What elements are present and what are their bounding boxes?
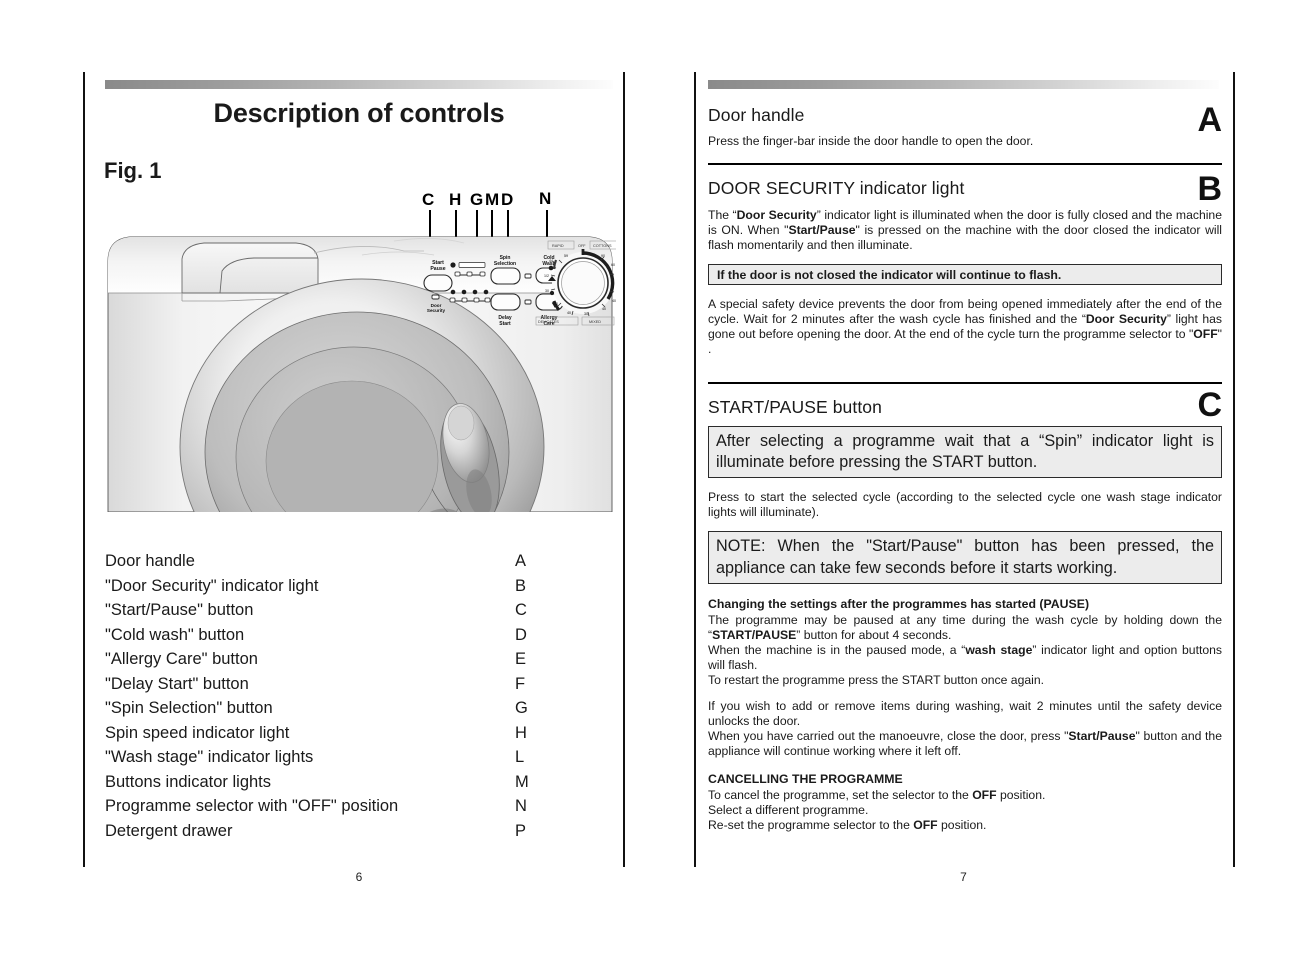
svg-text:Pause: Pause bbox=[430, 266, 445, 272]
index-letter: D bbox=[515, 625, 527, 644]
section-door-handle: Door handle A Press the finger-bar insid… bbox=[708, 101, 1222, 149]
svg-text:OFF: OFF bbox=[578, 244, 586, 248]
list-item: "Door Security" indicator light B bbox=[105, 574, 535, 599]
index-letter: B bbox=[515, 576, 527, 595]
svg-text:30: 30 bbox=[545, 289, 549, 293]
index-label: "Wash stage" indicator lights bbox=[105, 748, 314, 766]
divider-rule-2 bbox=[708, 382, 1222, 384]
callout-letter-N: N bbox=[539, 189, 552, 208]
controls-index-list: Door handle A "Door Security" indicator l… bbox=[105, 549, 535, 843]
door-handle-heading: Door handle bbox=[708, 105, 805, 125]
callout-letter-C: C bbox=[422, 190, 435, 209]
list-item: "Start/Pause" button C bbox=[105, 598, 535, 623]
index-letter: L bbox=[515, 748, 525, 766]
svg-text:COTTONS: COTTONS bbox=[593, 244, 612, 248]
cancel-body: To cancel the programme, set the selecto… bbox=[708, 788, 1046, 832]
index-letter: E bbox=[515, 650, 527, 668]
svg-text:Start: Start bbox=[499, 321, 511, 327]
page-number-left: 6 bbox=[355, 870, 363, 884]
svg-text:MIXED: MIXED bbox=[589, 320, 601, 324]
index-letter: N bbox=[515, 797, 527, 815]
manual-spread: Description of controls Fig. 1 C H G M D… bbox=[0, 0, 1308, 954]
index-letter: H bbox=[515, 723, 527, 742]
section-letter-C: C bbox=[1197, 386, 1222, 424]
add-remove-body: If you wish to add or remove items durin… bbox=[708, 699, 1222, 758]
list-item: "Cold wash" button D bbox=[105, 623, 535, 648]
svg-text:59: 59 bbox=[564, 254, 568, 258]
list-item: "Spin Selection" button G bbox=[105, 696, 535, 721]
page-number-right: 7 bbox=[960, 870, 967, 884]
index-label: "Door Security" indicator light bbox=[105, 576, 319, 595]
washing-machine-svg: Start Pause Door Security Spin Selection… bbox=[107, 236, 616, 512]
index-label: Detergent drawer bbox=[105, 821, 233, 840]
callout-letter-G: G bbox=[470, 190, 484, 209]
index-letter: A bbox=[515, 552, 527, 570]
door-security-body: The “Door Security” indicator light is i… bbox=[708, 208, 1222, 252]
door-handle-body: Press the finger-bar inside the door han… bbox=[708, 134, 1034, 148]
divider-rule-1 bbox=[708, 163, 1222, 165]
index-letter: G bbox=[515, 699, 528, 717]
svg-text:1/2: 1/2 bbox=[544, 274, 549, 278]
index-letter: C bbox=[515, 601, 527, 619]
svg-text:60: 60 bbox=[611, 263, 615, 267]
list-item: Door handle A bbox=[105, 549, 535, 574]
start-pause-body: Press to start the selected cycle (accor… bbox=[708, 490, 1222, 519]
index-label: "Delay Start" button bbox=[105, 674, 249, 693]
index-label: Programme selector with "OFF" position bbox=[105, 797, 399, 815]
pause-subheading: Changing the settings after the programm… bbox=[708, 597, 1090, 611]
list-item: "Delay Start" button F bbox=[105, 672, 535, 697]
door-security-body2: A special safety device prevents the doo… bbox=[708, 297, 1223, 356]
svg-text:30: 30 bbox=[584, 312, 588, 316]
section-letter-A: A bbox=[1197, 101, 1222, 139]
svg-text:RAPID: RAPID bbox=[552, 244, 564, 248]
svg-text:Security: Security bbox=[427, 308, 446, 313]
index-label: "Allergy Care" button bbox=[105, 650, 258, 668]
index-label: "Cold wash" button bbox=[105, 625, 245, 644]
index-letter: F bbox=[515, 674, 526, 693]
list-item: Spin speed indicator light H bbox=[105, 721, 535, 746]
svg-text:90: 90 bbox=[601, 254, 605, 258]
callout-letter-D: D bbox=[501, 190, 514, 209]
list-item: Buttons indicator lights M bbox=[105, 770, 535, 795]
page-title: Description of controls bbox=[213, 98, 505, 128]
index-label: Spin speed indicator light bbox=[105, 723, 290, 742]
list-item: Detergent drawer P bbox=[105, 819, 535, 844]
start-pause-callout: After selecting a programme wait that a … bbox=[708, 426, 1222, 478]
pause-body: The programme may be paused at any time … bbox=[708, 613, 1222, 687]
start-pause-note: NOTE: When the "Start/Pause" button has … bbox=[708, 531, 1222, 584]
right-page-header-gradient-bar bbox=[708, 80, 1219, 89]
svg-text:40: 40 bbox=[612, 299, 616, 303]
figure-label: Fig. 1 bbox=[104, 158, 162, 183]
list-item: Programme selector with "OFF" position N bbox=[105, 794, 535, 819]
section-letter-B: B bbox=[1197, 170, 1222, 208]
washing-machine-illustration: Start Pause Door Security Spin Selection… bbox=[104, 231, 616, 512]
index-letter: M bbox=[515, 772, 529, 791]
list-item: "Allergy Care" button E bbox=[105, 647, 535, 672]
index-label: "Start/Pause" button bbox=[105, 601, 254, 619]
svg-text:40: 40 bbox=[602, 307, 606, 311]
door-security-heading: DOOR SECURITY indicator light bbox=[708, 178, 965, 198]
svg-text:Selection: Selection bbox=[494, 261, 516, 267]
index-letter: P bbox=[515, 821, 527, 840]
callout-letter-M: M bbox=[485, 190, 500, 209]
section-start-pause: START/PAUSE button C After selecting a p… bbox=[708, 388, 1222, 833]
list-item: "Wash stage" indicator lights L bbox=[105, 745, 535, 770]
svg-text:40: 40 bbox=[567, 311, 571, 315]
left-page-header-gradient-bar bbox=[105, 80, 613, 89]
svg-text:30: 30 bbox=[554, 302, 558, 306]
start-pause-heading: START/PAUSE button bbox=[708, 397, 882, 417]
callout-letter-H: H bbox=[449, 190, 462, 209]
svg-text:44: 44 bbox=[549, 259, 553, 263]
index-label: Buttons indicator lights bbox=[105, 772, 272, 791]
index-label: "Spin Selection" button bbox=[105, 699, 273, 717]
section-door-security: DOOR SECURITY indicator light B The “Doo… bbox=[708, 172, 1223, 357]
index-label: Door handle bbox=[105, 552, 195, 570]
cancel-subheading: CANCELLING THE PROGRAMME bbox=[708, 772, 903, 786]
door-security-notice: If the door is not closed the indicator … bbox=[708, 264, 1222, 285]
svg-text:DELICATES: DELICATES bbox=[538, 320, 559, 324]
